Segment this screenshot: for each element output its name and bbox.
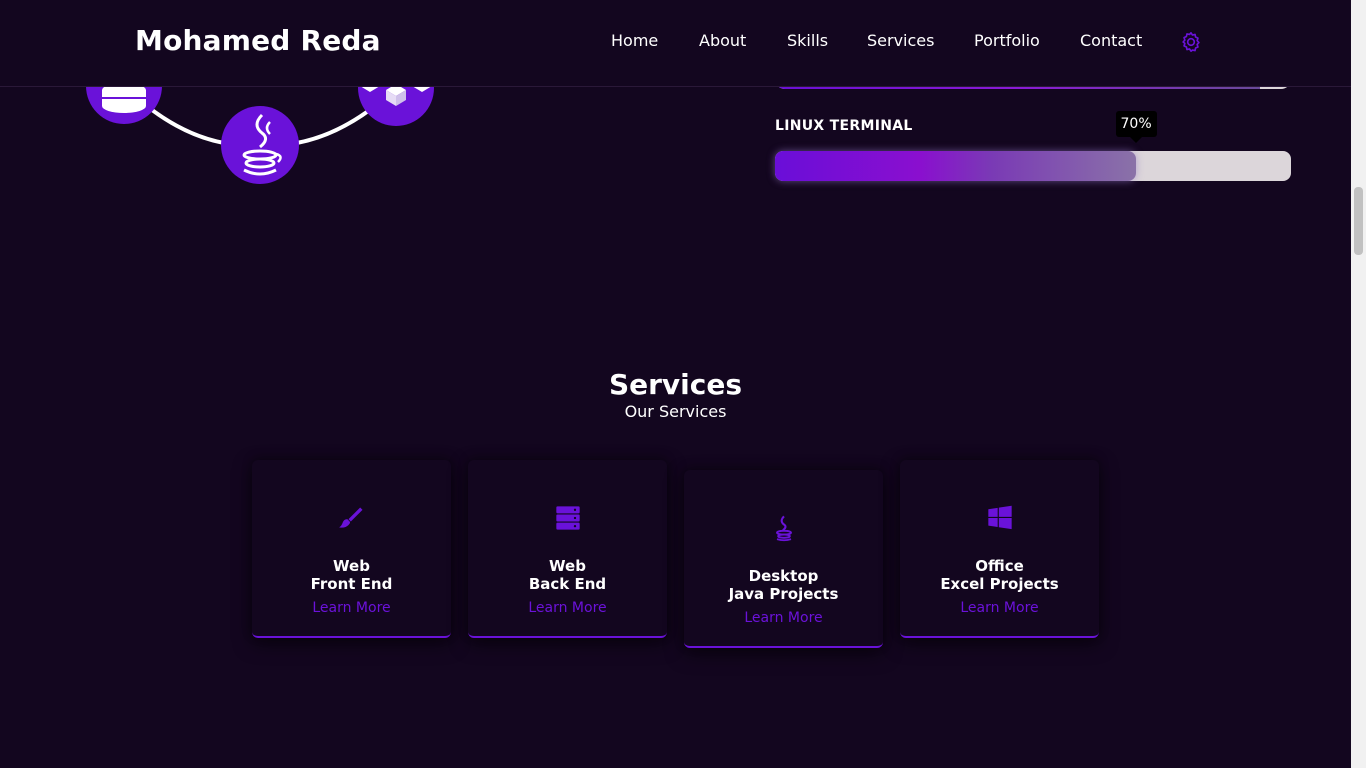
java-icon [221, 106, 299, 184]
service-card-java[interactable]: Desktop Java Projects Learn More [684, 470, 883, 648]
gear-icon[interactable] [1180, 31, 1202, 53]
nav-home[interactable]: Home [611, 31, 658, 50]
learn-more-link[interactable]: Learn More [900, 600, 1099, 616]
nav-contact[interactable]: Contact [1080, 31, 1142, 50]
service-card-title: Web Back End [528, 557, 607, 593]
services-title: Services [608, 368, 743, 401]
nav-portfolio[interactable]: Portfolio [974, 31, 1040, 50]
services-subtitle: Our Services [624, 402, 727, 421]
windows-icon [987, 505, 1012, 530]
nav-services[interactable]: Services [867, 31, 934, 50]
server-icon [555, 506, 580, 530]
service-card-title: Office Excel Projects [940, 557, 1059, 593]
scrollbar-thumb[interactable] [1354, 187, 1363, 255]
learn-more-link[interactable]: Learn More [684, 610, 883, 626]
skill-fill-linux [775, 151, 1136, 181]
nav-about[interactable]: About [699, 31, 746, 50]
page-scrollbar[interactable] [1351, 0, 1366, 768]
learn-more-link[interactable]: Learn More [468, 600, 667, 616]
skill-track-linux [775, 151, 1291, 181]
skill-percent-tooltip: 70% [1115, 111, 1157, 143]
brush-icon [338, 507, 362, 528]
service-card-front-end[interactable]: Web Front End Learn More [252, 460, 451, 638]
nav-skills[interactable]: Skills [787, 31, 828, 50]
service-card-title: Web Front End [310, 557, 393, 593]
site-logo[interactable]: Mohamed Reda [135, 24, 381, 57]
service-card-excel[interactable]: Office Excel Projects Learn More [900, 460, 1099, 638]
site-header: Mohamed Reda Home About Skills Services … [0, 0, 1351, 87]
service-card-back-end[interactable]: Web Back End Learn More [468, 460, 667, 638]
java-icon [775, 515, 792, 542]
skill-label-linux: LINUX TERMINAL [775, 118, 913, 134]
learn-more-link[interactable]: Learn More [252, 600, 451, 616]
service-card-title: Desktop Java Projects [728, 567, 839, 603]
